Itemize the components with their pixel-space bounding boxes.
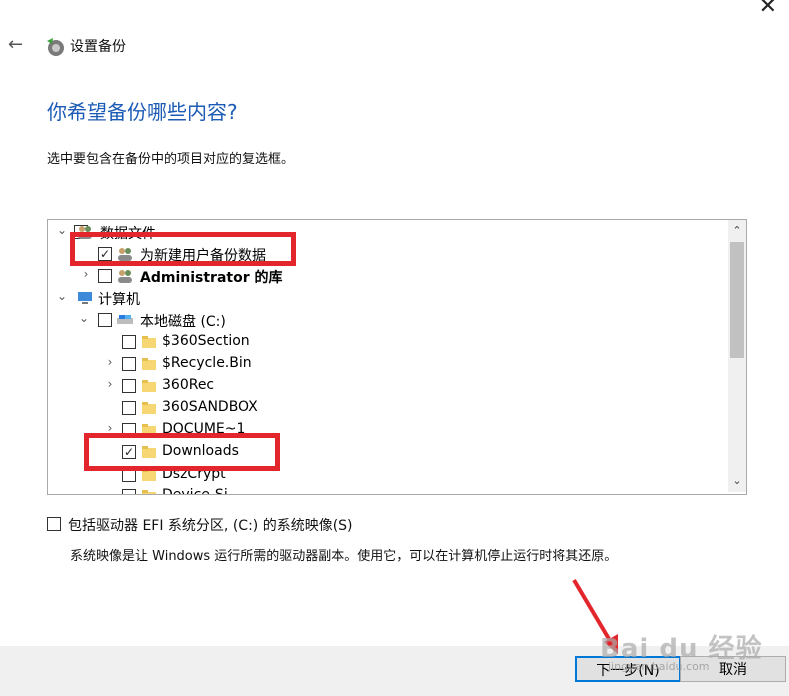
drive-icon <box>117 315 133 324</box>
tree-item-label: $360Section <box>162 333 250 349</box>
tree-item-computer[interactable]: ⌄ 计算机 <box>48 288 726 310</box>
baidu-watermark-url: jingyan.baidu.com <box>608 660 710 673</box>
tree-item-folder[interactable]: › 360Rec <box>48 376 726 398</box>
system-image-label[interactable]: 包括驱动器 EFI 系统分区, (C:) 的系统映像(S) <box>68 515 353 535</box>
scroll-down-icon[interactable]: ⌄ <box>728 472 746 490</box>
checkbox[interactable] <box>98 269 112 283</box>
page-heading: 你希望备份哪些内容? <box>47 100 238 124</box>
chevron-right-icon[interactable]: › <box>80 267 92 281</box>
system-image-description: 系统映像是让 Windows 运行所需的驱动器副本。使用它，可以在计算机停止运行… <box>70 549 618 564</box>
annotation-box-downloads <box>84 433 280 471</box>
system-image-checkbox[interactable] <box>47 517 61 531</box>
window-title: 设置备份 <box>70 39 126 55</box>
chevron-right-icon[interactable]: › <box>104 377 116 391</box>
vertical-scrollbar[interactable]: ⌃ ⌄ <box>728 220 746 492</box>
checkbox[interactable] <box>122 401 136 415</box>
chevron-right-icon[interactable]: › <box>104 355 116 369</box>
tree-item-folder[interactable]: › $Recycle.Bin <box>48 354 726 376</box>
tree-item-label: 本地磁盘 (C:) <box>140 314 226 330</box>
tree-item-label: 360SANDBOX <box>162 399 258 415</box>
page-instruction: 选中要包含在备份中的项目对应的复选框。 <box>47 152 295 167</box>
checkbox[interactable] <box>122 335 136 349</box>
folder-icon <box>142 380 156 392</box>
tree-item-local-disk-c[interactable]: ⌄ 本地磁盘 (C:) <box>48 310 726 332</box>
tree-item-label: 计算机 <box>98 292 140 308</box>
tree-item-label: Administrator 的库 <box>140 270 283 286</box>
annotation-box-new-users <box>70 232 296 266</box>
chevron-down-icon[interactable]: ⌄ <box>56 223 68 237</box>
folder-icon <box>142 402 156 414</box>
checkbox[interactable] <box>122 489 136 494</box>
tree-item-folder[interactable]: Device-Si <box>48 486 726 495</box>
computer-icon <box>78 292 92 304</box>
folder-icon <box>142 336 156 348</box>
folder-icon <box>142 358 156 370</box>
checkbox[interactable] <box>98 313 112 327</box>
tree-item-administrator-library[interactable]: › Administrator 的库 <box>48 266 726 288</box>
chevron-down-icon[interactable]: ⌄ <box>78 311 90 325</box>
back-arrow-icon[interactable]: ← <box>8 34 23 55</box>
close-button[interactable]: ✕ <box>759 0 777 19</box>
checkbox[interactable] <box>122 379 136 393</box>
scroll-up-icon[interactable]: ⌃ <box>728 222 746 240</box>
folder-icon <box>142 490 156 494</box>
users-icon <box>118 270 132 283</box>
tree-item-label: Device-Si <box>162 487 228 495</box>
tree-item-label: $Recycle.Bin <box>162 355 252 371</box>
chevron-down-icon[interactable]: ⌄ <box>56 289 68 303</box>
tree-item-label: 360Rec <box>162 377 215 393</box>
checkbox[interactable] <box>122 357 136 371</box>
tree-item-folder[interactable]: 360SANDBOX <box>48 398 726 420</box>
tree-item-folder[interactable]: $360Section <box>48 332 726 354</box>
backup-app-icon <box>47 38 64 56</box>
scroll-thumb[interactable] <box>730 242 744 358</box>
